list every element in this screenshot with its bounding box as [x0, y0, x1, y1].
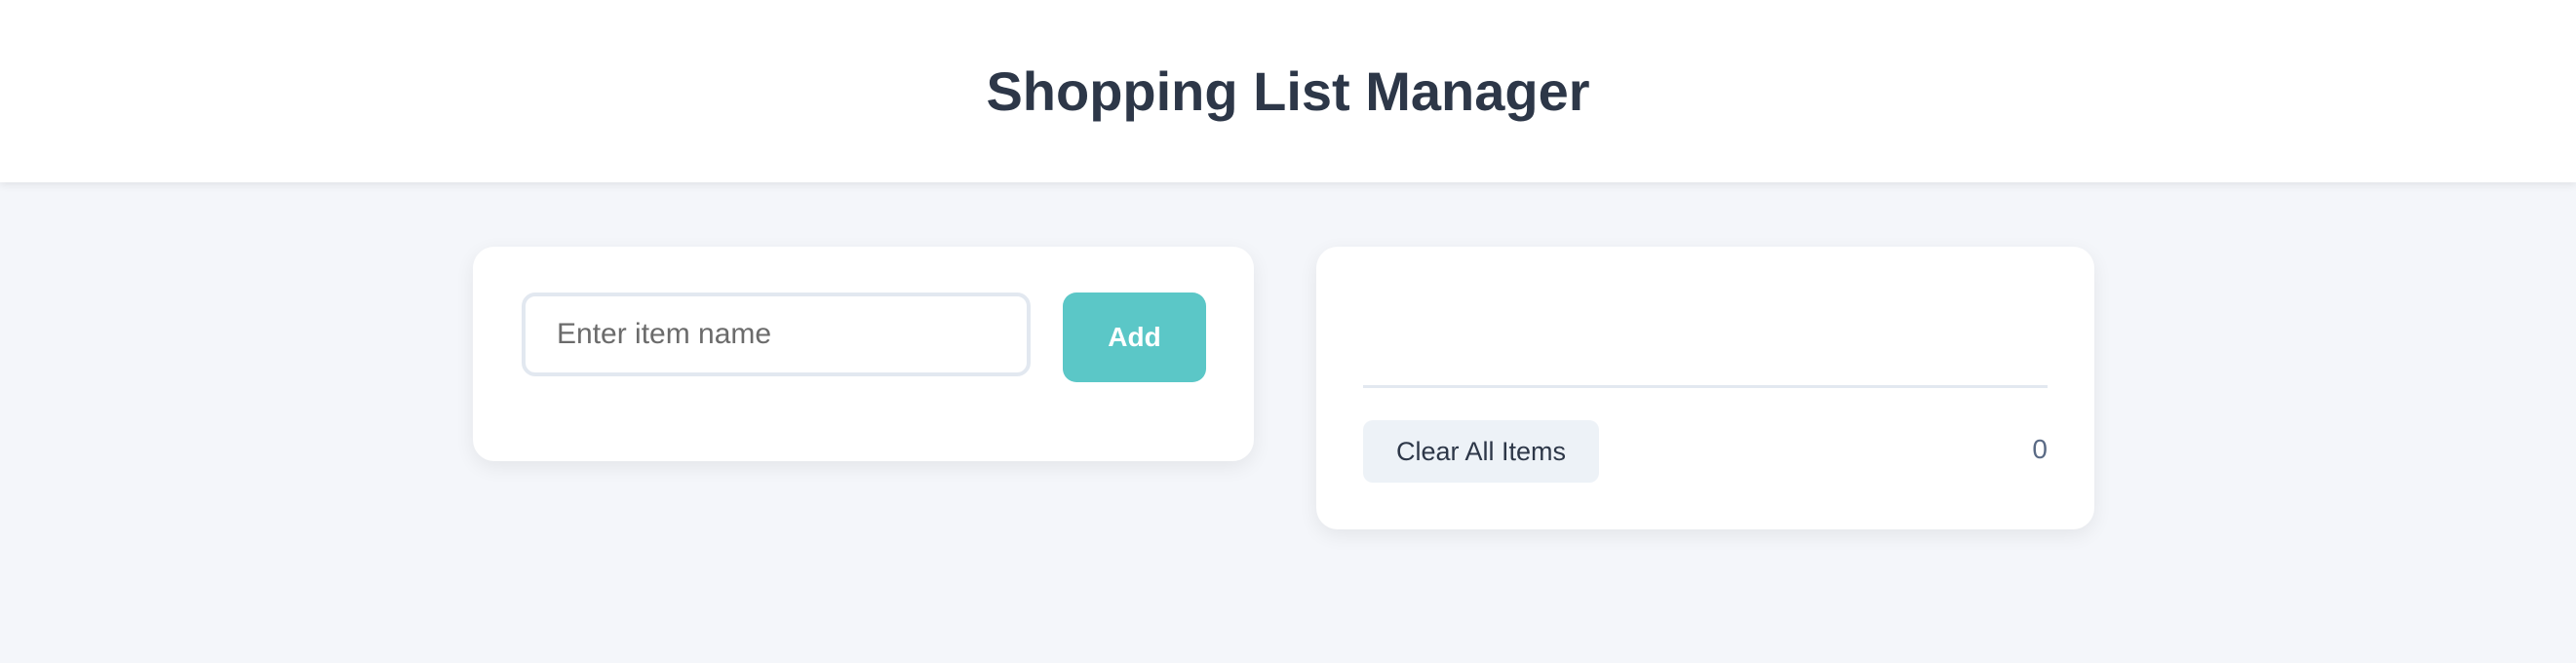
page-title: Shopping List Manager	[986, 60, 1590, 122]
divider	[1363, 385, 2048, 388]
app-header: Shopping List Manager	[0, 0, 2576, 182]
item-name-input[interactable]	[522, 292, 1031, 376]
add-button[interactable]: Add	[1063, 292, 1206, 382]
shopping-list-card: Clear All Items 0	[1316, 247, 2094, 529]
clear-all-button[interactable]: Clear All Items	[1363, 420, 1599, 483]
item-count: 0	[2032, 434, 2048, 464]
add-item-card: Add	[473, 247, 1254, 461]
